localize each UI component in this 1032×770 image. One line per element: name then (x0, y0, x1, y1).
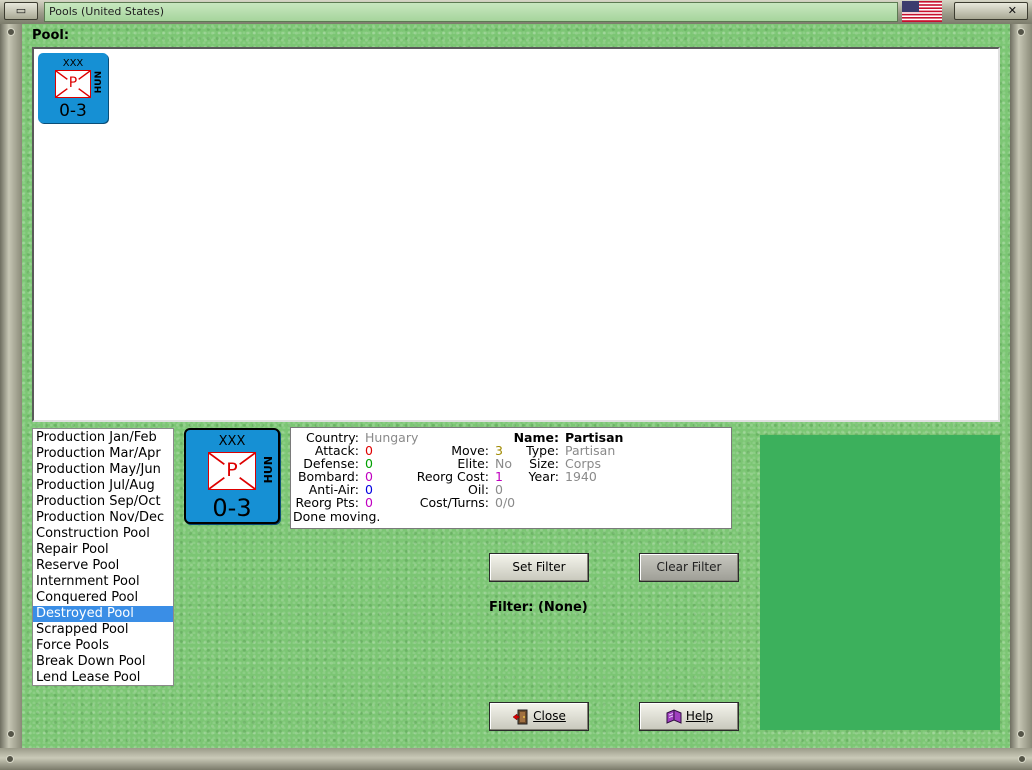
door-exit-icon (512, 709, 528, 724)
pool-list-item[interactable]: Production Jul/Aug (33, 478, 173, 494)
pool-list-item[interactable]: Force Pools (33, 638, 173, 654)
unit-symbol-letter: P (68, 75, 78, 91)
title-strip: Pools (United States) (44, 2, 898, 22)
pool-list-item[interactable]: Repair Pool (33, 542, 173, 558)
unit-info-panel: Country: Hungary Attack: 0 Defense: 0 Bo… (290, 427, 732, 529)
unit-stats: 0-3 (59, 101, 87, 121)
selected-unit-counter: XXX P HUN 0-3 (184, 428, 280, 524)
unit-size-marker: XXX (62, 58, 84, 69)
title-bar: ▭ Pools (United States) ✕ (0, 0, 1032, 25)
unit-counter[interactable]: XXX P HUN 0-3 (38, 53, 108, 123)
cost-turns-label: Cost/Turns: (419, 495, 489, 510)
us-flag-icon (902, 1, 942, 22)
pool-list-item[interactable]: Conquered Pool (33, 590, 173, 606)
frame-bottom (0, 748, 1032, 770)
pool-list-item[interactable]: Internment Pool (33, 574, 173, 590)
unit-nationality: HUN (94, 71, 104, 94)
pool-list-item[interactable]: Production Nov/Dec (33, 510, 173, 526)
pool-list-item[interactable]: Production Sep/Oct (33, 494, 173, 510)
filter-status: Filter: (None) (489, 600, 588, 615)
rivet-icon (7, 28, 15, 36)
close-icon: ✕ (1007, 4, 1017, 17)
rivet-icon (6, 755, 14, 763)
cost-turns-value: 0/0 (495, 495, 516, 510)
reorg-pts-label: Reorg Pts: (295, 495, 359, 510)
frame-left (0, 24, 22, 748)
unit-symbol-letter: P (226, 459, 238, 481)
help-button-label: Help (685, 709, 714, 723)
pool-list-item[interactable]: Break Down Pool (33, 654, 173, 670)
pool-list[interactable]: Production Jan/Feb Production Mar/Apr Prod… (32, 428, 174, 686)
unit-size-marker: XXX (218, 434, 246, 449)
year-label: Year: (528, 469, 559, 484)
rivet-icon (1017, 730, 1025, 738)
window-title: Pools (United States) (49, 5, 165, 18)
pool-list-item[interactable]: Destroyed Pool (33, 606, 173, 622)
close-button-label: Close (533, 709, 566, 723)
pool-list-item[interactable]: Scrapped Pool (33, 622, 173, 638)
partisan-symbol-icon: P (208, 452, 256, 490)
country-value: Hungary (365, 430, 419, 445)
pool-list-item[interactable]: Production Jan/Feb (33, 430, 173, 446)
pool-area[interactable]: XXX P HUN 0-3 (32, 47, 1000, 422)
unit-nationality: HUN (262, 456, 275, 484)
pool-list-item[interactable]: Production Mar/Apr (33, 446, 173, 462)
help-book-icon (666, 708, 682, 724)
pools-window-content: Pool: XXX P HUN 0-3 Production Jan/Feb Pr… (22, 24, 1010, 748)
minimize-icon: ▭ (15, 4, 27, 17)
pool-list-item[interactable]: Reserve Pool (33, 558, 173, 574)
clear-filter-button[interactable]: Clear Filter (639, 553, 739, 582)
pool-list-item[interactable]: Production May/Jun (33, 462, 173, 478)
status-text: Done moving. (293, 509, 381, 524)
reorg-pts-value: 0 (365, 495, 373, 510)
partisan-symbol-icon: P (55, 70, 91, 98)
close-button[interactable]: Close (489, 702, 589, 731)
frame-right (1010, 24, 1032, 748)
pool-label: Pool: (32, 28, 70, 43)
unit-detail-panel (760, 435, 1000, 730)
year-value: 1940 (565, 469, 597, 484)
close-window-button[interactable]: ✕ (954, 2, 1028, 20)
minimize-button[interactable]: ▭ (4, 2, 38, 20)
help-button[interactable]: Help (639, 702, 739, 731)
rivet-icon (1018, 755, 1026, 763)
rivet-icon (7, 730, 15, 738)
rivet-icon (1017, 28, 1025, 36)
pool-list-item[interactable]: Lend Lease Pool (33, 670, 173, 686)
pool-list-item[interactable]: Construction Pool (33, 526, 173, 542)
unit-stats: 0-3 (212, 494, 252, 522)
set-filter-button[interactable]: Set Filter (489, 553, 589, 582)
